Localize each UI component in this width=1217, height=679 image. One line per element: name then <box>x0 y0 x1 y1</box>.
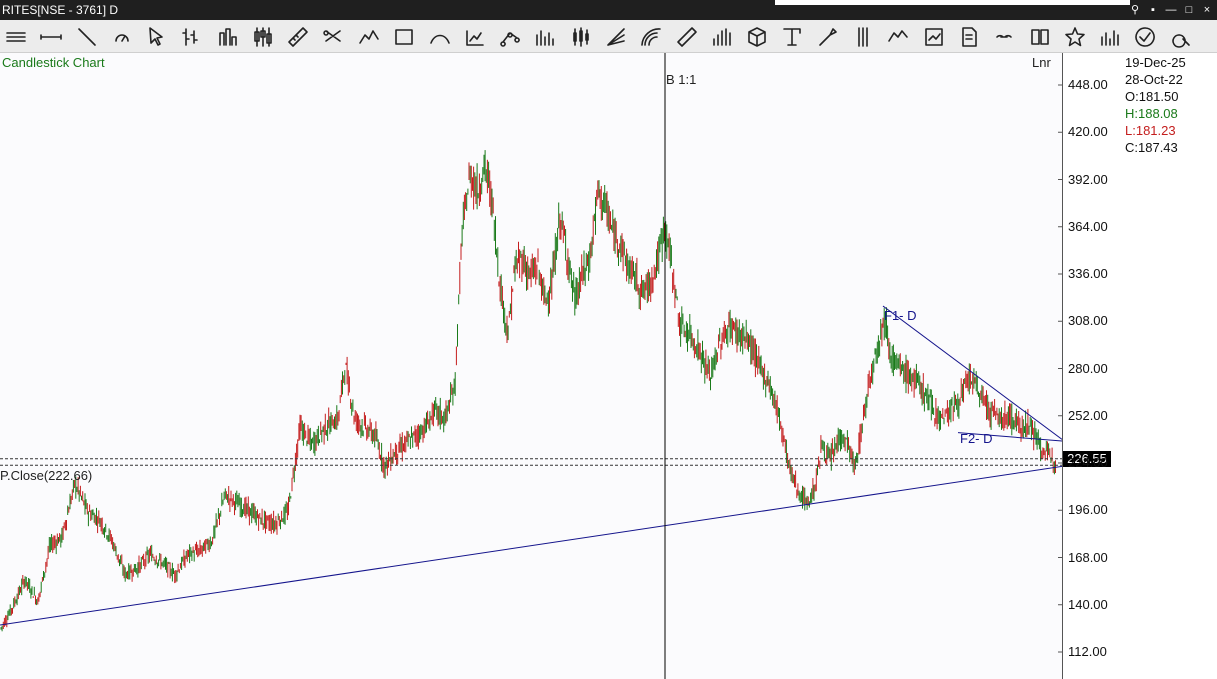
window-title: RITES[NSE - 3761] D <box>2 3 119 17</box>
y-tick-label: 448.00 <box>1068 77 1108 92</box>
y-tick-label: 140.00 <box>1068 596 1108 612</box>
info-low: L:181.23 <box>1125 123 1176 138</box>
fan-lines-icon[interactable] <box>604 25 628 49</box>
y-tick-label: 168.00 <box>1068 549 1108 565</box>
titlebar-strip <box>775 0 1130 5</box>
colored-candles-icon[interactable] <box>569 25 593 49</box>
y-tick-label: 252.00 <box>1068 407 1108 423</box>
minimize-icon[interactable]: — <box>1165 0 1177 20</box>
y-tick-label: 336.00 <box>1068 266 1108 281</box>
y-tick-label: 112.00 <box>1068 644 1107 659</box>
prev-close-label: P.Close(222.66) <box>0 468 93 483</box>
window-buttons: ⚲ ▪ — □ × <box>1129 0 1213 20</box>
f1-annotation[interactable]: F1- D <box>884 308 917 323</box>
y-tick-label: 392.00 <box>1068 171 1108 187</box>
info-date: 19-Dec-25 <box>1125 55 1186 70</box>
y-tick-label: 280.00 <box>1068 360 1108 376</box>
chart-canvas[interactable] <box>0 53 1062 679</box>
trendline-1 <box>0 465 1062 626</box>
expand-icon[interactable] <box>922 25 946 49</box>
fibonacci-arc-icon[interactable] <box>639 25 663 49</box>
cube-icon[interactable] <box>745 25 769 49</box>
scatter-icon[interactable] <box>498 25 522 49</box>
chart-type-label: Candlestick Chart <box>2 55 105 70</box>
volume-bars-icon[interactable] <box>710 25 734 49</box>
measure-icon[interactable] <box>675 25 699 49</box>
y-tick-label: 420.00 <box>1068 124 1108 140</box>
scissors-icon[interactable] <box>322 25 346 49</box>
info-close: C:187.43 <box>1125 140 1178 155</box>
info-open: O:181.50 <box>1125 89 1179 104</box>
book-icon[interactable] <box>1028 25 1052 49</box>
menu-lines-icon[interactable] <box>4 25 28 49</box>
drawing-toolbar <box>0 20 1217 53</box>
horizontal-line-icon[interactable] <box>39 25 63 49</box>
info-high: H:188.08 <box>1125 106 1178 121</box>
pattern-icon[interactable] <box>886 25 910 49</box>
text-icon[interactable] <box>780 25 804 49</box>
zoom-icon[interactable] <box>1169 25 1193 49</box>
y-tick-label: 196.00 <box>1068 502 1108 518</box>
color-icon[interactable]: ▪ <box>1147 0 1159 20</box>
info-bar-date: 28-Oct-22 <box>1125 72 1183 87</box>
f2-annotation[interactable]: F2- D <box>960 431 993 446</box>
bar-chart-icon[interactable] <box>216 25 240 49</box>
area-chart-icon[interactable] <box>463 25 487 49</box>
maximize-icon[interactable]: □ <box>1183 0 1195 20</box>
arc-icon[interactable] <box>428 25 452 49</box>
compare-icon[interactable] <box>1133 25 1157 49</box>
parallel-lines-icon[interactable] <box>851 25 875 49</box>
zigzag-icon[interactable] <box>357 25 381 49</box>
search-icon[interactable]: ⚲ <box>1129 0 1141 20</box>
y-tick-label: 364.00 <box>1068 218 1108 234</box>
scale-label[interactable]: Lnr <box>1032 55 1051 70</box>
ohlc-bars-icon[interactable] <box>180 25 204 49</box>
gauge-icon[interactable] <box>110 25 134 49</box>
cursor-icon[interactable] <box>145 25 169 49</box>
trend-line-icon[interactable] <box>75 25 99 49</box>
tools-icon[interactable] <box>816 25 840 49</box>
ruler-icon[interactable] <box>286 25 310 49</box>
histogram-icon[interactable] <box>533 25 557 49</box>
indicator-icon[interactable] <box>1098 25 1122 49</box>
window-titlebar: RITES[NSE - 3761] D ⚲ ▪ — □ × <box>0 0 1217 20</box>
y-tick-label: 224.00 <box>1068 455 1108 470</box>
script-icon[interactable] <box>957 25 981 49</box>
close-icon[interactable]: × <box>1201 0 1213 20</box>
cursor-label: B 1:1 <box>666 72 697 87</box>
link-icon[interactable] <box>992 25 1016 49</box>
rectangle-icon[interactable] <box>392 25 416 49</box>
star-icon[interactable] <box>1063 25 1087 49</box>
candlestick-series <box>0 150 1056 632</box>
candlestick-icon[interactable] <box>251 25 275 49</box>
y-tick-label: 308.00 <box>1068 313 1108 329</box>
